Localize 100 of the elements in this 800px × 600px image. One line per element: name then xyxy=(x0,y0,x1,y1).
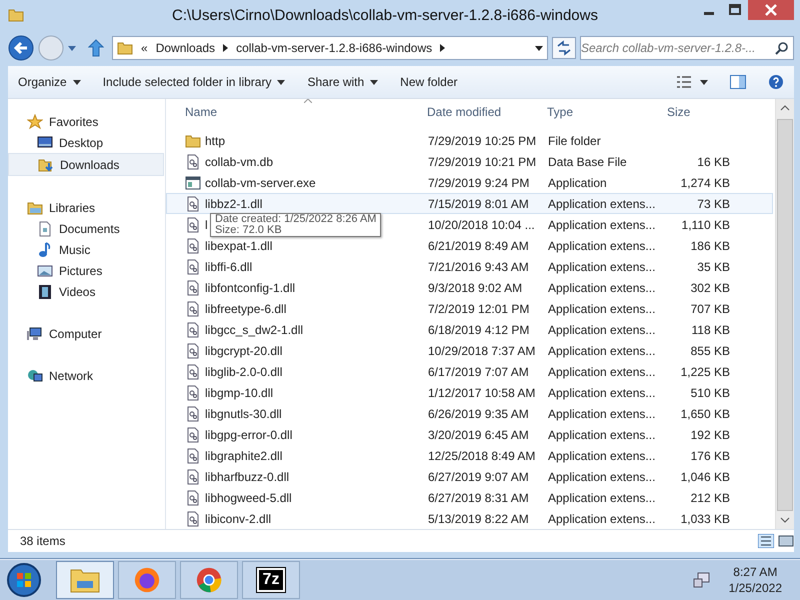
sidebar-item[interactable]: Videos xyxy=(8,281,165,302)
table-cell-text: Application extens... xyxy=(548,448,656,462)
up-arrow-icon[interactable] xyxy=(88,39,104,57)
taskbar-button[interactable]: 7z xyxy=(242,561,300,599)
window-title: C:\Users\Cirno\Downloads\collab-vm-server-1.2.8-i686-windows xyxy=(171,6,599,24)
file-name: libgmp-10.dll xyxy=(205,386,274,400)
taskbar-button[interactable] xyxy=(118,561,176,599)
table-cell: 302 KB xyxy=(690,280,730,294)
column-header[interactable]: Size xyxy=(657,105,739,119)
table-cell-text: Application extens... xyxy=(548,490,656,504)
file-name: libfreetype-6.dll xyxy=(205,302,286,316)
file-icon xyxy=(185,468,201,484)
file-icon xyxy=(185,426,201,442)
table-cell-text: 1/12/2017 10:58 AM xyxy=(428,386,536,400)
table-cell-text: 6/18/2019 4:12 PM xyxy=(428,322,530,336)
view-list-icon[interactable] xyxy=(676,75,692,89)
file-row[interactable]: libbz2-1.dll 7/15/2019 8:01 AM Application extens... 73 KB xyxy=(166,193,773,214)
breadcrumb-overflow[interactable]: « xyxy=(141,41,148,55)
table-cell-text: Application extens... xyxy=(548,218,656,232)
table-cell-text: 10/20/2018 10:04 ... xyxy=(428,218,536,232)
chevron-icon[interactable] xyxy=(440,44,446,52)
table-cell-text: 9/3/2018 9:02 AM xyxy=(428,280,524,294)
close-button[interactable] xyxy=(748,0,794,20)
table-cell-text: 3/20/2019 6:45 AM xyxy=(428,428,530,442)
table-cell-text: Application extens... xyxy=(548,260,656,274)
table-cell-text: 7/29/2019 10:25 PM xyxy=(428,134,538,148)
refresh-button[interactable] xyxy=(552,37,576,59)
file-icon xyxy=(185,322,201,338)
file-icon xyxy=(185,280,201,296)
address-bar[interactable]: « Downloads collab-vm-server-1.2.8-i686-windows xyxy=(112,36,548,60)
column-header[interactable]: Name xyxy=(166,105,427,119)
table-cell-text: 12/25/2018 8:49 AM xyxy=(428,448,536,462)
file-name: libgcrypt-20.dll xyxy=(205,344,282,358)
search-field[interactable]: Search collab-vm-server-1.2.8-... xyxy=(580,36,794,60)
table-cell-text: 10/29/2018 7:37 AM xyxy=(428,344,536,358)
table-cell: 16 KB xyxy=(697,154,730,168)
file-name: libhogweed-5.dll xyxy=(205,490,292,504)
file-icon xyxy=(185,154,201,170)
table-cell: 510 KB xyxy=(690,386,730,400)
sidebar-item[interactable]: Network xyxy=(8,365,165,386)
sidebar-item[interactable]: Documents xyxy=(8,218,165,239)
network-icon xyxy=(27,368,43,384)
table-cell-text: Application xyxy=(548,176,608,190)
sidebar-item[interactable]: Downloads xyxy=(8,153,164,176)
table-cell: 192 KB xyxy=(690,428,730,442)
table-cell: 855 KB xyxy=(690,344,730,358)
toolbar-button[interactable]: Share with xyxy=(307,75,378,89)
table-cell-text: Application extens... xyxy=(548,406,656,420)
sidebar-item[interactable]: Libraries xyxy=(8,197,165,218)
scrollbar[interactable] xyxy=(775,99,794,529)
back-button[interactable] xyxy=(8,35,34,61)
breadcrumb[interactable]: collab-vm-server-1.2.8-i686-windows xyxy=(236,41,432,55)
file-icon xyxy=(185,406,201,422)
caret-icon[interactable] xyxy=(700,80,708,84)
table-cell-text: Application extens... xyxy=(548,386,656,400)
scroll-down-icon[interactable] xyxy=(780,517,790,523)
caret-icon[interactable] xyxy=(535,46,543,50)
file-name: libiconv-2.dll xyxy=(205,512,272,526)
file-name: libgpg-error-0.dll xyxy=(205,428,292,442)
sidebar-item[interactable]: Music xyxy=(8,239,165,260)
file-icon xyxy=(185,300,201,316)
sidebar-item[interactable]: Computer xyxy=(8,323,165,344)
preview-pane-icon[interactable] xyxy=(730,75,746,89)
toolbar-button[interactable]: Organize xyxy=(18,75,81,89)
breadcrumb[interactable]: Downloads xyxy=(156,41,216,55)
table-cell-text: 7/29/2019 10:21 PM xyxy=(428,154,538,168)
taskbar-button[interactable] xyxy=(56,561,114,599)
clock[interactable]: 8:27 AM 1/25/2022 xyxy=(728,564,782,596)
file-name: libgraphite2.dll xyxy=(205,448,282,462)
start-button[interactable] xyxy=(6,562,42,598)
sidebar-item[interactable]: Pictures xyxy=(8,260,165,281)
thumbnail-view-icon[interactable] xyxy=(778,534,794,548)
table-cell: 1,274 KB xyxy=(680,176,730,190)
table-cell: 73 KB xyxy=(697,196,730,210)
sidebar-item[interactable]: Desktop xyxy=(8,132,165,153)
file-name: libharfbuzz-0.dll xyxy=(205,470,290,484)
table-cell: 186 KB xyxy=(690,238,730,252)
details-view-icon[interactable] xyxy=(758,534,774,548)
toolbar-button[interactable]: New folder xyxy=(400,75,458,89)
chevron-icon[interactable] xyxy=(223,44,228,52)
file-icon xyxy=(185,216,201,232)
table-cell-text: 6/17/2019 7:07 AM xyxy=(428,364,530,378)
caret-icon xyxy=(72,80,81,84)
star-icon xyxy=(27,114,43,130)
folder-icon xyxy=(185,132,201,148)
table-cell-text: Application extens... xyxy=(548,280,656,294)
column-header[interactable]: Type xyxy=(547,105,657,119)
network-icon[interactable] xyxy=(692,571,711,589)
taskbar-button[interactable] xyxy=(180,561,238,599)
table-cell: 1,033 KB xyxy=(680,512,730,526)
table-cell: 1,225 KB xyxy=(680,364,730,378)
sidebar-item[interactable]: Favorites xyxy=(8,111,165,132)
toolbar-button[interactable]: Include selected folder in library xyxy=(102,75,286,89)
file-name: libexpat-1.dll xyxy=(205,238,272,252)
table-cell: 118 KB xyxy=(692,322,730,336)
help-icon[interactable] xyxy=(768,74,784,90)
table-cell-text: Application extens... xyxy=(548,364,656,378)
search-icon xyxy=(775,41,789,55)
column-header[interactable]: Date modified xyxy=(427,105,547,119)
scroll-up-icon[interactable] xyxy=(780,105,790,111)
